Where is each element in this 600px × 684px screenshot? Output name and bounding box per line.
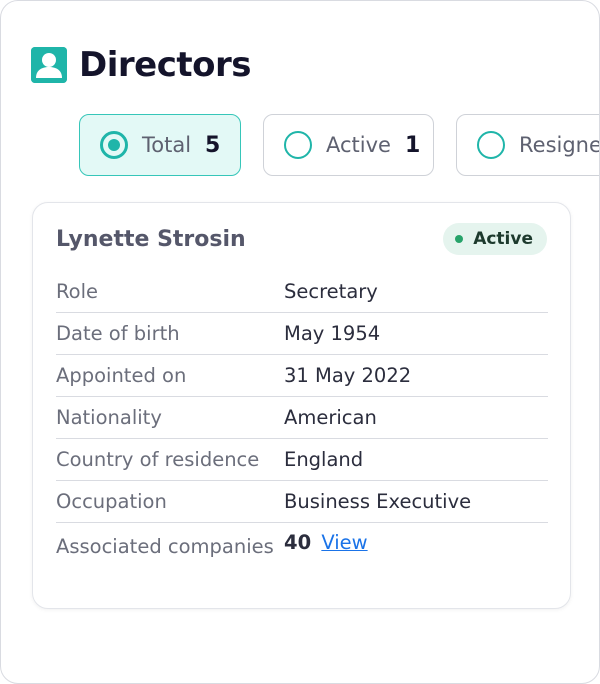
detail-key: Country of residence: [56, 448, 260, 471]
detail-row-nationality: Nationality American: [56, 397, 548, 439]
director-details: Role Secretary Date of birth May 1954 Ap…: [56, 271, 548, 562]
filter-label: Active: [326, 133, 391, 157]
detail-row-appointed-on: Appointed on 31 May 2022: [56, 355, 548, 397]
filter-total[interactable]: Total 5: [79, 114, 241, 176]
detail-value: Secretary: [284, 280, 378, 303]
detail-row-date-of-birth: Date of birth May 1954: [56, 313, 548, 355]
associated-count: 40: [284, 531, 312, 554]
filter-resigned[interactable]: Resigned: [456, 114, 599, 176]
filter-count: 5: [205, 132, 221, 158]
detail-value: 40 View: [284, 531, 368, 554]
detail-key: Appointed on: [56, 364, 187, 387]
panel-header: Directors: [31, 45, 251, 85]
detail-key: Associated companies: [56, 535, 274, 558]
radio-unselected-icon: [284, 131, 312, 159]
radio-unselected-icon: [477, 131, 505, 159]
detail-value: American: [284, 406, 377, 429]
status-badge: Active: [443, 223, 547, 255]
detail-row-role: Role Secretary: [56, 271, 548, 313]
detail-row-country-of-residence: Country of residence England: [56, 439, 548, 481]
detail-value: England: [284, 448, 364, 471]
status-filter-group: Total 5 Active 1 Resigned: [79, 114, 599, 176]
detail-value: May 1954: [284, 322, 381, 345]
directors-panel: Directors Total 5 Active 1 Resigned Lyne…: [0, 0, 600, 684]
filter-count: 1: [404, 132, 421, 158]
filter-active[interactable]: Active 1: [263, 114, 434, 176]
detail-row-associated-companies: Associated companies 40 View: [56, 523, 548, 562]
view-companies-link[interactable]: View: [321, 531, 367, 554]
person-badge-icon: [31, 47, 67, 83]
director-name: Lynette Strosin: [56, 226, 246, 252]
filter-label: Resigned: [519, 133, 599, 157]
status-dot-icon: [455, 235, 464, 243]
card-header: Lynette Strosin Active: [56, 223, 547, 255]
detail-key: Nationality: [56, 406, 162, 429]
status-label: Active: [473, 229, 533, 249]
filter-label: Total: [142, 133, 192, 157]
detail-key: Occupation: [56, 490, 167, 513]
detail-key: Date of birth: [56, 322, 180, 345]
page-title: Directors: [79, 45, 251, 85]
detail-key: Role: [56, 280, 99, 303]
radio-selected-icon: [100, 131, 128, 159]
detail-row-occupation: Occupation Business Executive: [56, 481, 548, 523]
detail-value: 31 May 2022: [284, 364, 412, 387]
detail-value: Business Executive: [284, 490, 472, 513]
director-card: Lynette Strosin Active Role Secretary Da…: [32, 202, 571, 609]
